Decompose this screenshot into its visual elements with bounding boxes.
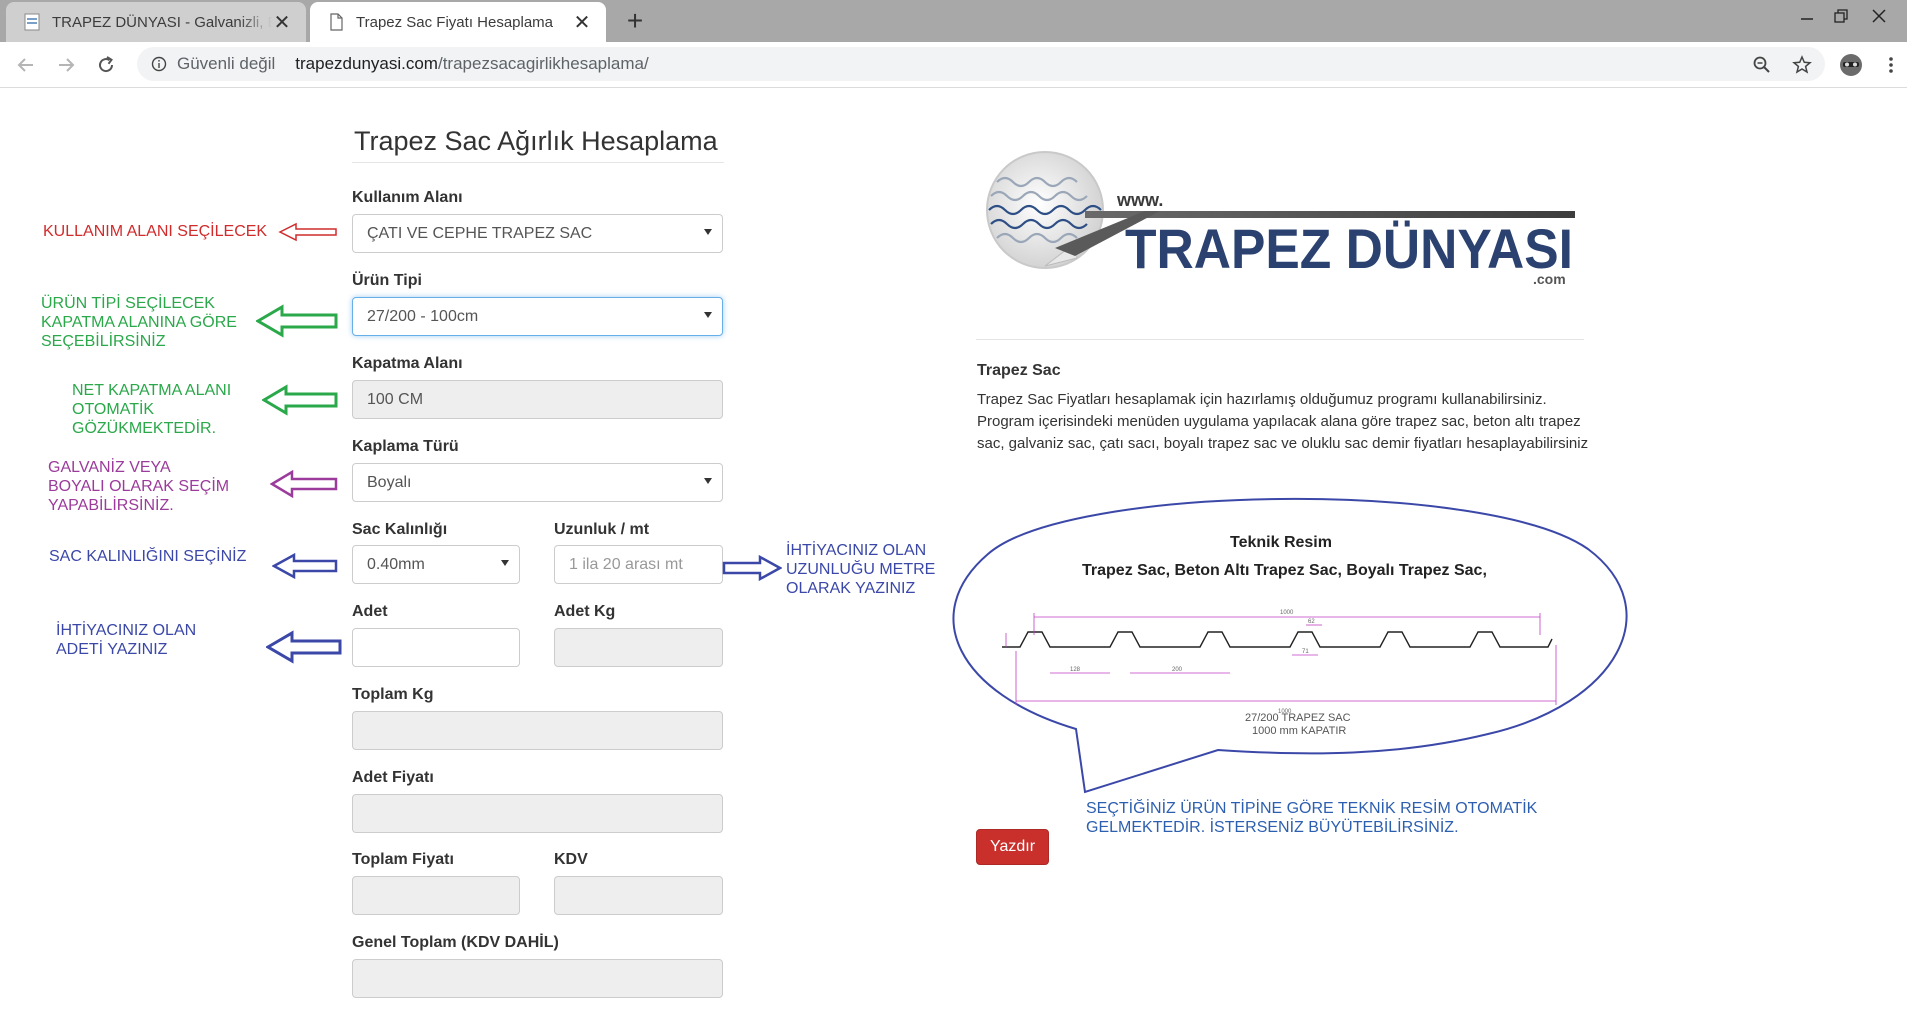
address-bar: Güvenli değil trapezdunyasi.com/trapezsa…: [0, 42, 1907, 88]
urun-tipi-select[interactable]: 27/200 - 100cm: [352, 297, 723, 336]
svg-text:200: 200: [1172, 667, 1183, 673]
toplam-kg-label: Toplam Kg: [352, 686, 434, 703]
profile-caption-coverage: 1000 mm KAPATIR: [1252, 725, 1347, 737]
annotation-kullanim: KULLANIM ALANI SEÇİLECEK: [43, 223, 268, 240]
kaplama-turu-select[interactable]: Boyalı: [352, 463, 723, 502]
url-domain: trapezdunyasi.com: [295, 54, 438, 73]
tab-title: TRAPEZ DÜNYASI - Galvanizli, Boyalı Trap…: [52, 13, 272, 31]
kullanim-alani-select[interactable]: ÇATI VE CEPHE TRAPEZ SAC: [352, 214, 723, 253]
arrow-left-icon: [270, 470, 338, 498]
arrow-left-icon: [272, 553, 338, 579]
genel-toplam-label: Genel Toplam (KDV DAHİL): [352, 934, 559, 951]
urun-tipi-label: Ürün Tipi: [352, 272, 422, 289]
arrow-right-icon: [722, 555, 782, 581]
profile-avatar-icon[interactable]: [1838, 52, 1864, 78]
page-favicon-icon: [24, 13, 40, 31]
minimize-icon[interactable]: [1790, 0, 1824, 32]
annotation-urun: ÜRÜN TİPİ SEÇİLECEK KAPATMA ALANINA GÖRE S…: [41, 295, 237, 350]
tab-trapez-sac-fiyati[interactable]: Trapez Sac Fiyatı Hesaplama ✕: [310, 2, 606, 42]
svg-text:.com: .com: [1533, 271, 1566, 287]
kapatma-alani-field: 100 CM: [352, 380, 723, 419]
svg-text:62: 62: [1308, 619, 1315, 625]
back-icon[interactable]: [13, 52, 39, 78]
adet-input[interactable]: [352, 628, 520, 667]
annotation-resim: SEÇTİĞİNİZ ÜRÜN TİPİNE GÖRE TEKNİK RESİM…: [1086, 800, 1538, 836]
svg-text:128: 128: [1070, 667, 1081, 673]
svg-text:71: 71: [1302, 649, 1309, 655]
annotation-kalinlik: SAC KALINLIĞINI SEÇİNİZ: [49, 548, 247, 565]
adet-fiyati-field: [352, 794, 723, 833]
url-path: /trapezsacagirlikhesaplama/: [437, 54, 649, 73]
sac-kalinligi-label: Sac Kalınlığı: [352, 521, 448, 538]
uzunluk-placeholder: 1 ila 20 arası mt: [569, 555, 683, 573]
print-button[interactable]: Yazdır: [976, 829, 1049, 865]
kaplama-turu-label: Kaplama Türü: [352, 438, 459, 455]
tab-trapez-dunyasi[interactable]: TRAPEZ DÜNYASI - Galvanizli, Boyalı Trap…: [6, 2, 306, 42]
restore-icon[interactable]: [1824, 0, 1858, 32]
svg-text:www.: www.: [1116, 190, 1163, 210]
trapez-dunyasi-logo: www. TRAPEZ DÜNYASI .com: [986, 151, 1575, 287]
logo-divider: [976, 339, 1584, 340]
sac-kalinligi-value: 0.40mm: [367, 555, 425, 573]
kdv-label: KDV: [554, 851, 588, 868]
close-tab-icon[interactable]: ✕: [272, 12, 292, 34]
toplam-fiyati-field: [352, 876, 520, 915]
adet-fiyati-label: Adet Fiyatı: [352, 769, 434, 786]
info-text: Trapez Sac Fiyatları hesaplamak için haz…: [977, 391, 1589, 452]
adet-kg-field: [554, 628, 723, 667]
adet-kg-label: Adet Kg: [554, 603, 616, 620]
new-tab-icon[interactable]: +: [622, 7, 648, 35]
uzunluk-input[interactable]: 1 ila 20 arası mt: [554, 545, 723, 584]
annotation-kapatma: NET KAPATMA ALANI OTOMATİK GÖZÜKMEKTEDİR.: [72, 382, 232, 437]
annotation-kaplama: GALVANİZ VEYA BOYALI OLARAK SEÇİM YAPABİLİ…: [48, 459, 230, 514]
zoom-icon[interactable]: [1749, 52, 1775, 78]
document-icon: [330, 13, 343, 31]
bookmark-star-icon[interactable]: [1789, 52, 1815, 78]
tab-strip: TRAPEZ DÜNYASI - Galvanizli, Boyalı Trap…: [0, 0, 1907, 42]
arrow-left-icon: [278, 222, 337, 242]
teknik-resim-subtitle: Trapez Sac, Beton Altı Trapez Sac, Boyal…: [1082, 562, 1487, 579]
menu-kebab-icon[interactable]: [1878, 52, 1904, 78]
kullanim-alani-label: Kullanım Alanı: [352, 189, 463, 206]
kullanim-alani-value: ÇATI VE CEPHE TRAPEZ SAC: [367, 224, 593, 242]
toplam-kg-field: [352, 711, 723, 750]
annotation-adet: İHTİYACINIZ OLAN ADETİ YAZINIZ: [56, 622, 197, 658]
chevron-down-icon: [501, 560, 509, 566]
security-label: Güvenli değil: [177, 54, 276, 73]
close-tab-icon[interactable]: ✕: [572, 12, 592, 34]
close-window-icon[interactable]: [1862, 0, 1896, 32]
arrow-left-icon: [262, 384, 338, 416]
chevron-down-icon: [704, 478, 712, 484]
kapatma-alani-value: 100 CM: [367, 390, 424, 408]
reload-icon[interactable]: [93, 52, 119, 78]
tab-title: Trapez Sac Fiyatı Hesaplama: [356, 13, 554, 31]
arrow-left-icon: [256, 304, 338, 338]
arrow-left-icon: [266, 630, 342, 664]
kapatma-alani-label: Kapatma Alanı: [352, 355, 463, 372]
info-icon[interactable]: [151, 56, 167, 72]
svg-text:1000: 1000: [1280, 610, 1294, 616]
uzunluk-label: Uzunluk / mt: [554, 521, 650, 538]
page-title: Trapez Sac Ağırlık Hesaplama: [354, 126, 718, 157]
sac-kalinligi-select[interactable]: 0.40mm: [352, 545, 520, 584]
title-divider: [352, 162, 724, 163]
url-bar[interactable]: Güvenli değil trapezdunyasi.com/trapezsa…: [137, 47, 1825, 81]
annotation-uzunluk: İHTİYACINIZ OLAN UZUNLUĞU METRE OLARAK YAZ…: [786, 542, 936, 597]
chevron-down-icon: [704, 312, 712, 318]
svg-text:TRAPEZ DÜNYASI: TRAPEZ DÜNYASI: [1125, 217, 1573, 280]
kaplama-turu-value: Boyalı: [367, 473, 412, 491]
genel-toplam-field: [352, 959, 723, 998]
adet-label: Adet: [352, 603, 388, 620]
chevron-down-icon: [704, 229, 712, 235]
profile-caption-type: 27/200 TRAPEZ SAC: [1245, 712, 1351, 724]
info-title: Trapez Sac: [977, 362, 1061, 379]
forward-icon[interactable]: [53, 52, 79, 78]
toplam-fiyati-label: Toplam Fiyatı: [352, 851, 454, 868]
urun-tipi-value: 27/200 - 100cm: [367, 307, 479, 325]
kdv-field: [554, 876, 723, 915]
teknik-resim-title: Teknik Resim: [1230, 534, 1332, 551]
